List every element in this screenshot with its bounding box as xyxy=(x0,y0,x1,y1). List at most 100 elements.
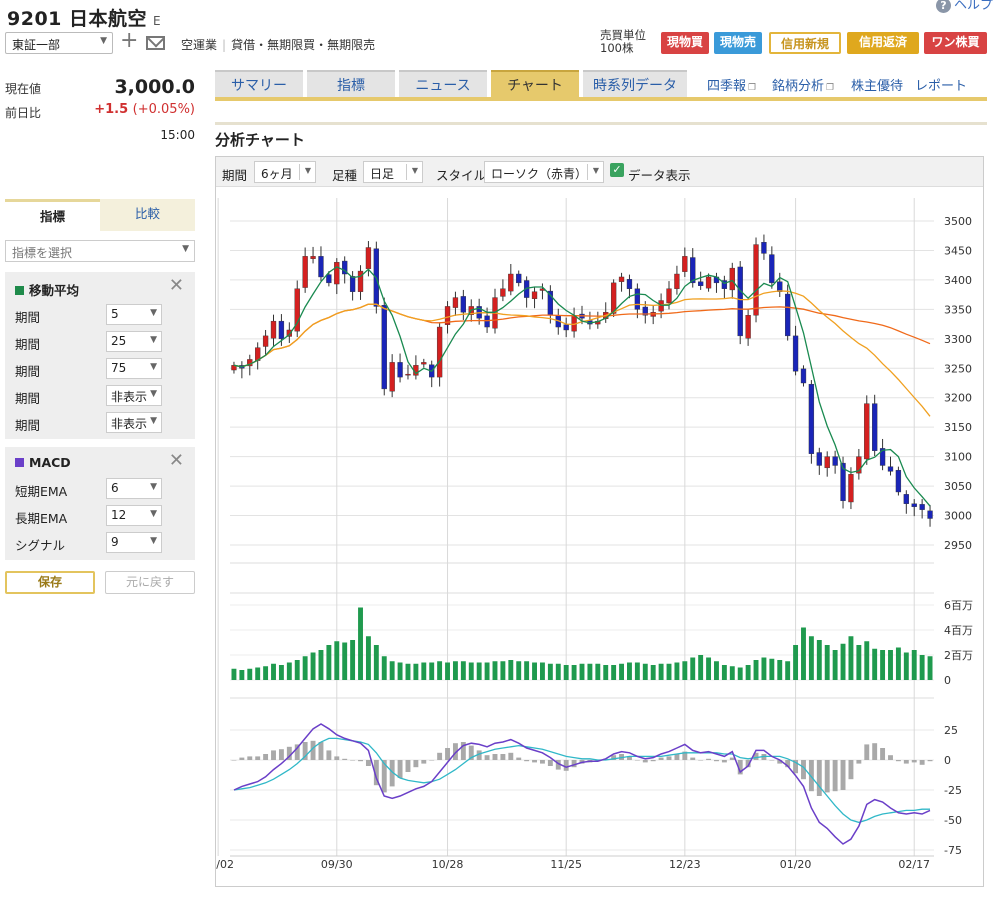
param-select[interactable]: 非表示 ▼ xyxy=(106,385,162,406)
macd-histogram-bar xyxy=(492,754,498,760)
link-yutai[interactable]: 株主優待 xyxy=(851,75,903,94)
add-to-portfolio-icon[interactable]: + xyxy=(120,28,138,54)
tab-indicators[interactable]: 指標 xyxy=(5,199,100,231)
macd-histogram-bar xyxy=(247,756,253,760)
candle-body xyxy=(745,315,751,339)
cash-buy-button[interactable]: 現物買 xyxy=(661,32,709,54)
tab-chart[interactable]: チャート xyxy=(491,70,579,98)
candlestick xyxy=(429,360,435,388)
volume-bar xyxy=(658,663,664,680)
foot-select[interactable]: 日足 ▼ xyxy=(363,161,423,183)
macd-histogram-bar xyxy=(698,760,704,761)
macd-histogram-bar xyxy=(911,760,917,763)
volume-bar xyxy=(484,662,490,680)
param-select[interactable]: 12 ▼ xyxy=(106,505,162,526)
candle-body xyxy=(792,335,799,372)
macd-histogram-bar xyxy=(421,760,427,764)
volume-bar xyxy=(611,665,617,680)
quote-box: 現在値 3,000.0 前日比 +1.5 (+0.05%) 15:00 xyxy=(5,76,195,142)
macd-histogram-bar xyxy=(484,755,490,760)
margin-new-button[interactable]: 信用新規 xyxy=(769,32,841,54)
chevron-down-icon: ▼ xyxy=(150,416,157,426)
candlestick xyxy=(389,354,395,398)
param-select[interactable]: 5 ▼ xyxy=(106,304,162,325)
close-icon[interactable]: ✕ xyxy=(169,275,184,296)
volume-bar xyxy=(350,640,356,680)
candlestick xyxy=(500,279,506,302)
period-select[interactable]: 6ヶ月 ▼ xyxy=(254,161,316,183)
candle-body xyxy=(436,326,443,378)
tab-news[interactable]: ニュース xyxy=(399,70,487,98)
volume-bar xyxy=(571,665,577,680)
tab-indicators-main[interactable]: 指標 xyxy=(307,70,395,98)
price-tick-label: 3500 xyxy=(944,215,972,228)
one-stock-buy-button[interactable]: ワン株買 xyxy=(924,32,987,54)
volume-bar xyxy=(294,660,300,680)
volume-bar xyxy=(666,663,672,680)
macd-tick-label: -75 xyxy=(944,844,962,857)
candle-body xyxy=(610,282,617,314)
volume-bar xyxy=(721,665,727,680)
margin-return-button[interactable]: 信用返済 xyxy=(847,32,919,54)
macd-histogram-bar xyxy=(880,748,886,760)
volume-bar xyxy=(927,656,933,680)
indicator-select[interactable]: 指標を選択 ▼ xyxy=(5,240,195,262)
volume-bar xyxy=(555,663,561,680)
volume-bar xyxy=(539,662,545,680)
candlestick xyxy=(634,283,641,319)
link-shikiho[interactable]: 四季報 ❐ xyxy=(707,75,756,94)
chart-toolbar: 期間 6ヶ月 ▼ 足種 日足 ▼ スタイル ローソク（赤青） ▼ データ表示 xyxy=(216,157,983,187)
volume-bar xyxy=(326,645,332,680)
volume-bar xyxy=(492,661,498,680)
param-select[interactable]: 9 ▼ xyxy=(106,532,162,553)
reset-button[interactable]: 元に戻す xyxy=(105,571,195,594)
help-link[interactable]: ? ヘルプ xyxy=(935,0,993,13)
close-icon[interactable]: ✕ xyxy=(169,450,184,471)
volume-bar xyxy=(761,657,767,680)
candlestick xyxy=(887,456,894,476)
candle-body xyxy=(824,456,830,469)
chevron-down-icon: ▼ xyxy=(150,335,157,345)
market-tag: E xyxy=(153,14,162,28)
candle-body xyxy=(911,503,917,507)
style-label: スタイル xyxy=(436,168,487,183)
price-tick-label: 3300 xyxy=(944,333,972,346)
link-report[interactable]: レポート xyxy=(915,75,967,94)
param-select[interactable]: 非表示 ▼ xyxy=(106,412,162,433)
candlestick xyxy=(761,234,767,260)
candle-body xyxy=(278,320,285,340)
data-display-checkbox[interactable]: ✓ xyxy=(610,163,624,177)
volume-bar xyxy=(278,665,284,680)
param-select[interactable]: 25 ▼ xyxy=(106,331,162,352)
param-select[interactable]: 75 ▼ xyxy=(106,358,162,379)
volume-bar xyxy=(919,655,925,680)
date-tick-label: 12/23 xyxy=(669,858,701,871)
volume-bar xyxy=(271,663,276,680)
market-select[interactable]: 東証一部 ▼ xyxy=(5,32,113,54)
candle-body xyxy=(531,291,538,299)
date-tick-label: 01/20 xyxy=(780,858,812,871)
cash-sell-button[interactable]: 現物売 xyxy=(714,32,762,54)
stock-chart[interactable]: 3500 3450 3400 3350 3300 3250 3200 3150 3100 3050… xyxy=(216,188,983,886)
mail-alert-icon[interactable] xyxy=(146,36,165,50)
tab-summary[interactable]: サマリー xyxy=(215,70,303,98)
link-analysis[interactable]: 銘柄分析 ❐ xyxy=(772,75,834,94)
candle-body xyxy=(832,456,838,466)
volume-bar xyxy=(785,661,791,680)
tab-compare[interactable]: 比較 xyxy=(100,199,195,231)
volume-bar xyxy=(587,663,593,680)
volume-bar xyxy=(334,641,340,680)
volume-bar xyxy=(903,652,909,680)
candle-body xyxy=(302,256,308,288)
industry-link[interactable]: 空運業 xyxy=(181,38,217,52)
macd-histogram-bar xyxy=(634,760,640,761)
save-button[interactable]: 保存 xyxy=(5,571,95,594)
period-label: 期間 xyxy=(222,168,248,183)
panel-title: 移動平均 xyxy=(15,280,79,299)
macd-histogram-bar xyxy=(824,760,830,793)
param-select[interactable]: 6 ▼ xyxy=(106,478,162,499)
style-select[interactable]: ローソク（赤青） ▼ xyxy=(484,161,604,183)
volume-bar xyxy=(595,663,601,680)
tab-timeseries[interactable]: 時系列データ xyxy=(583,70,687,98)
candlestick xyxy=(816,447,822,475)
